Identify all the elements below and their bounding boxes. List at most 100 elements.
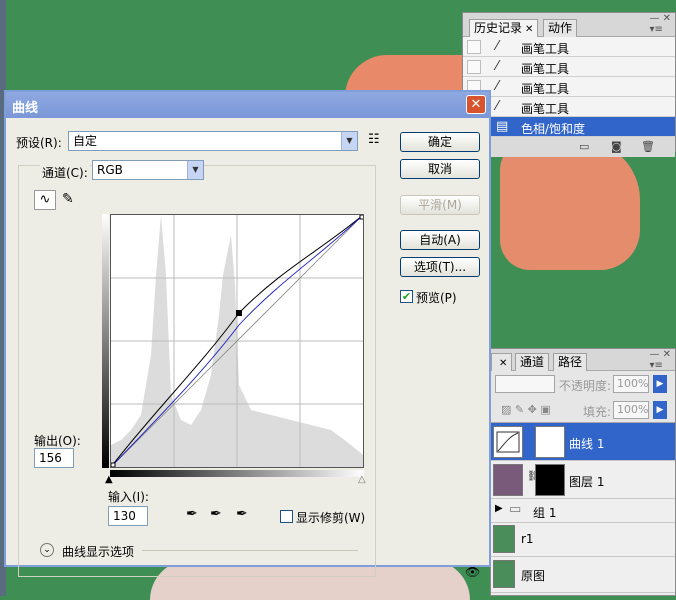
image-hand (500, 140, 640, 270)
tab-paths[interactable]: 路径 (553, 353, 588, 371)
layer-thumbnail (493, 560, 515, 588)
fill-label: 填充: (583, 405, 612, 419)
dialog-titlebar[interactable]: 曲线 ✕ (6, 92, 489, 118)
history-checkbox[interactable] (467, 60, 481, 74)
panel-menu-icon[interactable]: — ✕ ▾≡ (649, 13, 671, 35)
opacity-arrow-icon[interactable]: ▶ (653, 375, 667, 393)
tab-paths-label: 路径 (558, 355, 583, 369)
history-item-label: 画笔工具 (521, 62, 570, 76)
blend-mode-select[interactable] (495, 375, 555, 393)
history-panel: 历史记录 ✕ 动作 — ✕ ▾≡ ⁄ 画笔工具 ⁄ 画笔工具 ⁄ 画笔工具 ⁄ 画笔工具 ▤ 色相/饱… (462, 12, 676, 157)
blend-row: 不透明度: 100% ▶ (491, 371, 675, 397)
ok-button[interactable]: 确定 (400, 132, 480, 152)
expand-arrow-icon[interactable]: ▶ (495, 503, 503, 514)
close-button[interactable]: ✕ (466, 95, 486, 114)
tab-channels-label: 通道 (520, 355, 545, 369)
layer-row-group1[interactable]: ▶ ▭ 组 1 (491, 499, 675, 523)
black-point-slider-icon[interactable]: ▲ (105, 474, 113, 485)
channel-label: 通道(C): (40, 164, 90, 181)
opacity-label: 不透明度: (559, 379, 612, 393)
white-eyedropper-icon[interactable]: ✒ (236, 506, 248, 522)
channel-value: RGB (97, 163, 123, 177)
curves-adjustment-icon (493, 426, 523, 458)
history-item[interactable]: ⁄ 画笔工具 (463, 97, 675, 117)
layer-thumbnail (493, 525, 515, 553)
black-eyedropper-icon[interactable]: ✒ (186, 506, 198, 522)
gray-eyedropper-icon[interactable]: ✒ (210, 506, 222, 522)
fill-arrow-icon[interactable]: ▶ (653, 401, 667, 419)
layer-mask-thumbnail[interactable] (535, 464, 565, 496)
brush-icon: ⁄ (496, 39, 499, 54)
tab-actions[interactable]: 动作 (543, 19, 578, 37)
preset-options-icon[interactable]: ☷ (368, 132, 380, 147)
history-item-label: 画笔工具 (521, 102, 570, 116)
history-item[interactable]: ▤ 色相/饱和度 (463, 117, 675, 137)
tab-history[interactable]: 历史记录 ✕ (469, 19, 539, 37)
chevron-down-icon[interactable]: ▼ (341, 132, 357, 150)
preset-select[interactable]: 自定 ▼ (68, 131, 358, 151)
white-point-slider-icon[interactable]: △ (358, 474, 366, 485)
chevron-down-icon[interactable]: ▼ (187, 161, 203, 179)
layer-row-curves[interactable]: 曲线 1 (491, 423, 675, 461)
history-item[interactable]: ⁄ 画笔工具 (463, 37, 675, 57)
preview-checkbox[interactable]: ✔ (400, 290, 413, 303)
lock-row: ▨ ✎ ✥ ▣ 填充: 100% ▶ (491, 397, 675, 423)
input-label: 输入(I): (108, 490, 149, 504)
tab-history-label: 历史记录 (474, 21, 523, 35)
adjustment-icon: ▤ (496, 119, 509, 134)
tab-actions-label: 动作 (548, 21, 573, 35)
layer-row-layer1[interactable]: ⛓ 图层 1 (491, 461, 675, 499)
preview-label: 预览(P) (416, 291, 457, 305)
show-clipping-label: 显示修剪(W) (296, 511, 366, 525)
layer-mask-thumbnail[interactable] (535, 426, 565, 458)
curve-options-label[interactable]: 曲线显示选项 (62, 543, 134, 560)
close-icon[interactable]: ✕ (525, 24, 533, 35)
close-icon[interactable]: ✕ (499, 358, 507, 369)
panel-menu-icon[interactable]: — ✕ ▾≡ (649, 349, 671, 371)
history-item-label: 画笔工具 (521, 82, 570, 96)
output-gradient (102, 214, 109, 468)
snapshot-icon[interactable]: ◙ (611, 140, 622, 153)
curves-dialog: 曲线 ✕ 预设(R): 自定 ▼ ☷ 通道(C): RGB ▼ ∿ ✎ ▲ △ … (4, 90, 491, 577)
channel-select[interactable]: RGB ▼ (92, 160, 204, 180)
output-label: 输出(O): (34, 434, 81, 448)
lock-icons[interactable]: ▨ ✎ ✥ ▣ (501, 403, 551, 416)
layers-panel: ✕ 通道 路径 — ✕ ▾≡ 不透明度: 100% ▶ ▨ ✎ ✥ ▣ 填充: 1… (465, 348, 676, 596)
show-clipping-checkbox[interactable] (280, 510, 293, 523)
trash-icon[interactable]: 🗑 (641, 140, 655, 153)
layer-name: 原图 (521, 569, 546, 583)
input-gradient (110, 470, 364, 477)
preset-label: 预设(R): (16, 136, 62, 150)
brush-icon: ⁄ (496, 59, 499, 74)
eye-icon[interactable]: 👁 (465, 565, 480, 579)
expand-options-icon[interactable]: ⌄ (40, 543, 54, 557)
layers-tabbar: ✕ 通道 路径 — ✕ ▾≡ (491, 349, 675, 371)
history-item[interactable]: ⁄ 画笔工具 (463, 77, 675, 97)
layer-row-original[interactable]: 👁 原图 (465, 557, 675, 593)
history-checkbox[interactable] (467, 40, 481, 54)
cancel-button[interactable]: 取消 (400, 159, 480, 179)
brush-icon: ⁄ (496, 79, 499, 94)
curve-tool-icon[interactable]: ∿ (34, 190, 56, 210)
pencil-icon[interactable]: ✎ (62, 191, 74, 207)
layer-name: 曲线 1 (569, 437, 605, 451)
layer-row-r1[interactable]: r1 (491, 523, 675, 557)
opacity-input[interactable]: 100% (613, 375, 649, 393)
history-item-label: 色相/饱和度 (521, 122, 586, 136)
output-input[interactable]: 156 (34, 448, 74, 468)
input-input[interactable]: 130 (108, 506, 148, 526)
folder-icon: ▭ (509, 502, 522, 517)
tab-layers-close[interactable]: ✕ (491, 353, 513, 371)
new-document-icon[interactable]: ▭ (579, 140, 589, 153)
fill-input[interactable]: 100% (613, 401, 649, 419)
curve-graph[interactable] (110, 214, 365, 468)
smooth-button[interactable]: 平滑(M) (400, 195, 480, 215)
options-button[interactable]: 选项(T)... (400, 257, 480, 277)
history-item[interactable]: ⁄ 画笔工具 (463, 57, 675, 77)
history-item-label: 画笔工具 (521, 42, 570, 56)
tab-channels[interactable]: 通道 (515, 353, 550, 371)
dialog-title: 曲线 (12, 101, 39, 116)
layer-name: 组 1 (533, 506, 557, 520)
preset-value: 自定 (73, 134, 98, 148)
auto-button[interactable]: 自动(A) (400, 230, 480, 250)
